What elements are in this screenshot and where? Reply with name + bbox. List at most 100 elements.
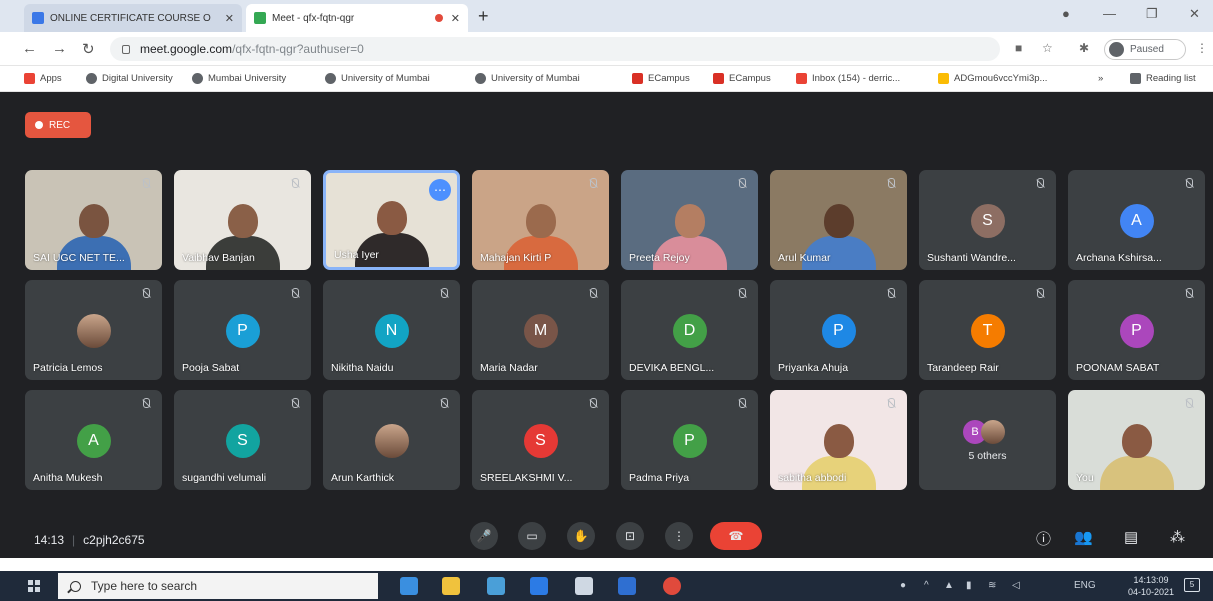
present-button[interactable]: ⊡: [616, 522, 644, 550]
taskbar-app-icon[interactable]: [400, 577, 418, 595]
network-icon[interactable]: ▲: [944, 580, 954, 591]
mic-off-icon: [736, 288, 748, 300]
language-indicator[interactable]: ENG: [1074, 580, 1096, 591]
notification-icon[interactable]: 5: [1184, 578, 1200, 592]
bookmark-item[interactable]: University of Mumbai: [475, 73, 580, 84]
participant-tile[interactable]: S Sushanti Wandre...: [919, 170, 1056, 270]
address-bar[interactable]: meet.google.com/qfx-fqtn-qgr?authuser=0: [110, 37, 1000, 61]
participant-tile[interactable]: Preeta Rejoy: [621, 170, 758, 270]
participant-tile[interactable]: B5 others: [919, 390, 1056, 490]
bookmark-item[interactable]: ECampus: [632, 73, 690, 84]
url-path: /qfx-fqtn-qgr?authuser=0: [232, 42, 364, 56]
bookmark-star-icon[interactable]: ☆: [1042, 41, 1053, 55]
windows-start-icon[interactable]: [28, 580, 40, 592]
participant-name: Arun Karthick: [331, 472, 395, 484]
taskbar-app-icon[interactable]: [663, 577, 681, 595]
participant-tile[interactable]: Vaibhav Banjan: [174, 170, 311, 270]
taskbar-app-icon[interactable]: [487, 577, 505, 595]
participant-name: Arul Kumar: [778, 252, 831, 264]
taskbar-app-icon[interactable]: [442, 577, 460, 595]
more-options-button[interactable]: ⋮: [665, 522, 693, 550]
camera-button[interactable]: ▭: [518, 522, 546, 550]
participant-tile[interactable]: sabitha abbodi: [770, 390, 907, 490]
bookmark-item[interactable]: Inbox (154) - derric...: [796, 73, 900, 84]
microphone-button[interactable]: 🎤: [470, 522, 498, 550]
reload-icon[interactable]: ↻: [82, 40, 95, 58]
participant-tile[interactable]: P Pooja Sabat: [174, 280, 311, 380]
minimize-icon[interactable]: —: [1103, 6, 1116, 21]
taskbar-search[interactable]: Type here to search: [58, 573, 378, 599]
battery-icon[interactable]: ▮: [966, 580, 972, 591]
bookmark-item[interactable]: Digital University: [86, 73, 173, 84]
bookmark-item[interactable]: Mumbai University: [192, 73, 286, 84]
chat-icon[interactable]: ▤: [1124, 528, 1138, 546]
participant-tile[interactable]: A Anitha Mukesh: [25, 390, 162, 490]
address-row: ← → ↻ meet.google.com/qfx-fqtn-qgr?authu…: [0, 32, 1213, 66]
bookmark-item[interactable]: ECampus: [713, 73, 771, 84]
participant-tile[interactable]: N Nikitha Naidu: [323, 280, 460, 380]
taskbar-app-icon[interactable]: [530, 577, 548, 595]
meeting-details-icon[interactable]: ⓘ: [1036, 528, 1051, 549]
participant-tile[interactable]: T Tarandeep Rair: [919, 280, 1056, 380]
meeting-code[interactable]: c2pjh2c675: [83, 533, 144, 547]
browser-menu-icon[interactable]: ⋮: [1196, 41, 1208, 55]
new-tab-button[interactable]: +: [478, 6, 489, 27]
participant-tile[interactable]: Usha Iyer ⋯: [323, 170, 460, 270]
raise-hand-button[interactable]: ✋: [567, 522, 595, 550]
tab-meet[interactable]: Meet - qfx-fqtn-qgr ✕: [246, 4, 468, 32]
participant-tile[interactable]: Mahajan Kirti P: [472, 170, 609, 270]
mic-off-icon: [140, 398, 152, 410]
more-options-icon: ⋮: [673, 529, 685, 543]
participant-tile[interactable]: Arun Karthick: [323, 390, 460, 490]
people-icon[interactable]: 👥: [1074, 528, 1093, 546]
participant-tile[interactable]: Ssugandhi velumali: [174, 390, 311, 490]
participant-name: Usha Iyer: [334, 249, 379, 261]
help-icon[interactable]: ●: [900, 580, 906, 591]
participant-name: POONAM SABAT: [1076, 362, 1160, 374]
participant-name: Padma Priya: [629, 472, 690, 484]
mic-off-icon: [885, 178, 897, 190]
browser-menu-dot-icon[interactable]: ●: [1062, 6, 1070, 21]
close-tab-icon[interactable]: ✕: [225, 12, 234, 25]
bookmark-apps[interactable]: Apps: [24, 73, 62, 84]
participant-name: sugandhi velumali: [182, 472, 267, 484]
mic-off-icon: [736, 178, 748, 190]
tab-certificate-course[interactable]: ONLINE CERTIFICATE COURSE O ✕: [24, 4, 242, 32]
camera-in-use-icon[interactable]: ■: [1015, 41, 1022, 55]
bookmark-item[interactable]: ADGmou6vccYmi3p...: [938, 73, 1047, 84]
participant-tile[interactable]: A Archana Kshirsa...: [1068, 170, 1205, 270]
leave-call-button[interactable]: ☎: [710, 522, 762, 550]
bookmark-item[interactable]: University of Mumbai: [325, 73, 430, 84]
close-tab-icon[interactable]: ✕: [451, 12, 460, 25]
activities-icon[interactable]: ⁂: [1170, 528, 1185, 546]
system-clock[interactable]: 14:13:09 04-10-2021: [1128, 574, 1174, 598]
separator: |: [72, 533, 76, 547]
forward-icon[interactable]: →: [52, 40, 67, 57]
participant-tile[interactable]: M Maria Nadar: [472, 280, 609, 380]
participant-tile[interactable]: You: [1068, 390, 1205, 490]
participant-tile[interactable]: Arul Kumar: [770, 170, 907, 270]
taskbar-app-icon[interactable]: [618, 577, 636, 595]
taskbar-app-icon[interactable]: [575, 577, 593, 595]
participant-tile[interactable]: S SREELAKSHMI V...: [472, 390, 609, 490]
profile-button[interactable]: Paused: [1104, 39, 1186, 60]
extensions-icon[interactable]: ✱: [1079, 41, 1089, 55]
back-icon[interactable]: ←: [22, 40, 37, 57]
participant-tile[interactable]: P Priyanka Ahuja: [770, 280, 907, 380]
tile-options-icon[interactable]: ⋯: [429, 179, 451, 201]
participant-tile[interactable]: P POONAM SABAT: [1068, 280, 1205, 380]
tray-overflow-icon[interactable]: ^: [924, 580, 929, 591]
more-bookmarks-button[interactable]: »: [1098, 73, 1103, 84]
participant-tile[interactable]: SAI UGC NET TE...: [25, 170, 162, 270]
bookmark-label: Apps: [40, 73, 62, 84]
close-window-icon[interactable]: ✕: [1189, 6, 1200, 22]
reading-list-button[interactable]: Reading list: [1130, 73, 1196, 84]
volume-icon[interactable]: ◁: [1012, 580, 1020, 591]
restore-icon[interactable]: ❐: [1146, 6, 1158, 22]
participant-tile[interactable]: D DEVIKA BENGL...: [621, 280, 758, 380]
wifi-icon[interactable]: ≋: [988, 580, 996, 591]
participant-tile[interactable]: P Padma Priya: [621, 390, 758, 490]
bookmark-label: Inbox (154) - derric...: [812, 73, 901, 84]
participant-tile[interactable]: Patricia Lemos: [25, 280, 162, 380]
participant-avatar: P: [672, 424, 707, 458]
